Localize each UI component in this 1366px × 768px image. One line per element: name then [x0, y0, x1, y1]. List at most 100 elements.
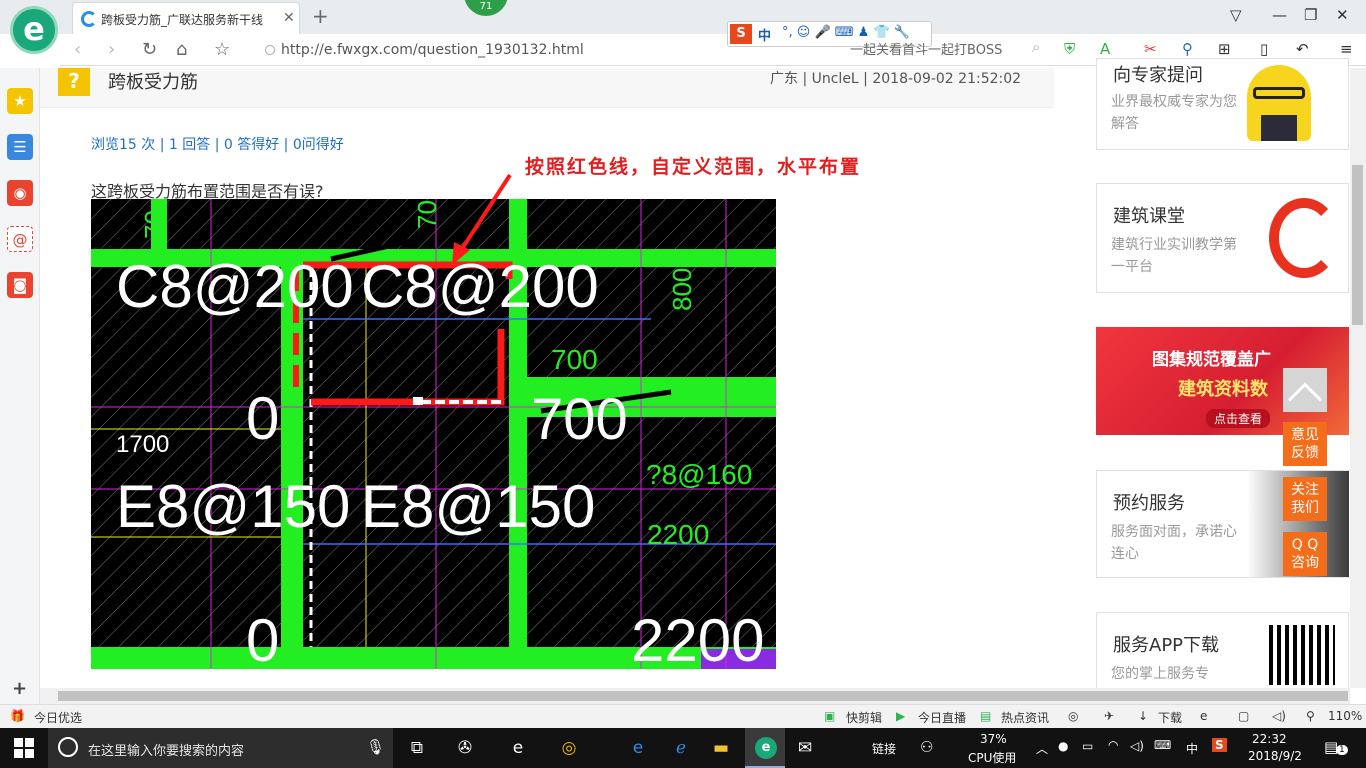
ime-tools-icon[interactable]: °, ☺ 🎤 ⌨ ♟ 👕 🔧 — [782, 25, 910, 40]
ad-course[interactable]: 建筑课堂 建筑行业实训教学第一平台 — [1096, 183, 1349, 293]
clock-date[interactable]: 2018/9/2 — [1248, 749, 1302, 763]
url-field[interactable]: http://e.fwxgx.com/question_1930132.html — [265, 39, 765, 61]
edge-icon[interactable]: e — [625, 736, 651, 760]
status-left[interactable]: 今日优选 — [34, 709, 82, 726]
phone-icon[interactable]: ▯ — [1260, 40, 1268, 58]
cad-label: ?8@160 — [646, 459, 752, 490]
ad-cta[interactable]: 点击查看 — [1206, 409, 1271, 428]
browser-icon[interactable]: ◎ — [1068, 709, 1078, 723]
status-item[interactable]: 今日直播 — [918, 709, 966, 726]
find-icon[interactable]: ⚲ — [1182, 40, 1193, 58]
cad-label: 70 — [139, 210, 169, 239]
mail-task-icon[interactable]: ✉ — [792, 736, 818, 760]
cad-label: C8@200 — [116, 253, 354, 320]
horizontal-scroll-thumb[interactable] — [58, 691, 1348, 701]
status-item[interactable]: 快剪辑 — [846, 709, 882, 726]
spiral-app-icon[interactable]: ◎ — [556, 736, 582, 760]
ie-taskbar-icon[interactable]: ℯ — [668, 736, 694, 760]
cad-label: 700 — [531, 387, 628, 452]
question-title: 跨板受力筋 — [108, 72, 198, 93]
qr-code-icon — [1269, 625, 1335, 685]
feedback-button[interactable]: 意见 反馈 — [1283, 422, 1327, 466]
new-tab-icon[interactable]: + — [312, 4, 329, 28]
translate-icon[interactable]: A — [1100, 40, 1110, 58]
battery-icon[interactable]: ▭ — [1082, 739, 1093, 753]
link-label[interactable]: 链接 — [872, 740, 896, 757]
windows-start-icon[interactable] — [14, 738, 34, 758]
status-item[interactable]: 下载 — [1158, 709, 1182, 726]
volume-icon[interactable]: ◁) — [1272, 709, 1286, 723]
weibo-icon[interactable]: ◉ — [7, 180, 33, 206]
skin-icon[interactable]: ▽ — [1230, 6, 1242, 24]
taskbar: 在这里输入你要搜索的内容 🎙 ⧉ ✇ e ◎ e ℯ ▬ e ✉ 链接 ⚇ 37… — [0, 728, 1366, 768]
ie-icon — [81, 11, 97, 27]
favorites-star-icon[interactable]: ★ — [7, 88, 33, 114]
search-icon[interactable]: ⌕ — [1032, 38, 1040, 56]
favorite-star-icon[interactable]: ☆ — [214, 39, 230, 60]
show-hidden-icon[interactable]: ︿ — [1036, 740, 1048, 757]
cortana-icon[interactable] — [58, 737, 78, 757]
game-icon[interactable]: ◙ — [7, 272, 33, 298]
mail-icon[interactable]: @ — [7, 226, 33, 252]
search-box[interactable]: 一起关看首斗一起打BOSS — [850, 39, 1002, 58]
zoom-level[interactable]: 110% — [1328, 709, 1362, 723]
tab-active[interactable]: 跨板受力筋_广联达服务新干线 ✕ — [72, 2, 300, 34]
pin-icon[interactable]: ✈ — [1104, 709, 1114, 723]
close-window-icon[interactable]: ✕ — [1336, 6, 1349, 24]
home-icon[interactable]: ⌂ — [176, 39, 187, 60]
qq-consult-button[interactable]: Q Q 咨询 — [1283, 532, 1327, 576]
keyboard-icon[interactable]: ⌨ — [1154, 738, 1171, 752]
window-icon[interactable]: ▢ — [1238, 709, 1249, 723]
close-tab-icon[interactable]: ✕ — [283, 10, 295, 26]
back-to-top-button[interactable] — [1283, 368, 1327, 417]
browser-logo-icon[interactable]: e — [10, 6, 58, 54]
people-icon[interactable]: ⚇ — [920, 738, 933, 756]
ad-line1: 图集规范覆盖广 — [1152, 350, 1271, 370]
ad-app[interactable]: 服务APP下载 您的掌上服务专 — [1096, 612, 1349, 692]
edge-legacy-icon[interactable]: e — [505, 736, 531, 760]
left-sidebar: ★ ☰ ◉ @ ◙ + — [0, 68, 40, 704]
speaker-icon[interactable]: ◁) — [1130, 739, 1144, 753]
wifi-icon[interactable]: ◠ — [1108, 738, 1118, 752]
clock-time[interactable]: 22:32 — [1252, 732, 1287, 746]
annotation-text: 按照红色线，自定义范围，水平布置 — [525, 156, 862, 178]
active-browser-task[interactable]: e — [745, 728, 785, 768]
ad-desc: 服务面对面，承诺心连心 — [1111, 524, 1237, 562]
task-view-icon[interactable]: ⧉ — [404, 736, 430, 760]
ad-title: 向专家提问 — [1113, 65, 1203, 86]
undo-icon[interactable]: ↶ — [1296, 40, 1309, 58]
scissors-icon[interactable]: ✂ — [1144, 40, 1157, 58]
cad-screenshot: C8@200 C8@200 700 700 1700 E8@150 E8@150… — [91, 199, 776, 669]
fan-app-icon[interactable]: ✇ — [452, 736, 478, 760]
question-icon: ? — [58, 68, 90, 96]
minimize-icon[interactable]: — — [1272, 6, 1287, 24]
ad-expert[interactable]: 向专家提问 业界最权威专家为您解答 — [1096, 58, 1349, 150]
notification-tray-icon[interactable]: ● — [1058, 739, 1068, 753]
cpu-label: CPU使用 — [968, 751, 1017, 765]
sogou-tray-icon[interactable]: S — [1212, 738, 1227, 752]
microphone-icon[interactable]: 🎙 — [366, 738, 385, 756]
status-item[interactable]: 热点资讯 — [1001, 709, 1049, 726]
mascot-icon — [1247, 65, 1311, 141]
apps-icon[interactable]: ⊞ — [1218, 40, 1231, 58]
shield-icon[interactable]: ⛨ — [1064, 40, 1075, 58]
ime-indicator[interactable]: 中 — [1186, 740, 1198, 757]
news-icon[interactable]: ☰ — [7, 134, 33, 160]
add-sidebar-icon[interactable]: + — [12, 678, 27, 699]
back-icon[interactable]: ‹ — [74, 39, 81, 60]
file-explorer-icon[interactable]: ▬ — [708, 736, 734, 760]
follow-us-button[interactable]: 关注 我们 — [1283, 477, 1327, 521]
restore-icon[interactable]: ❐ — [1304, 6, 1317, 24]
news-hot-icon: ▤ — [980, 709, 992, 723]
vertical-scrollbar[interactable] — [1350, 68, 1366, 688]
vertical-scroll-thumb[interactable] — [1352, 165, 1363, 325]
ie-mode-icon[interactable]: e — [1200, 709, 1207, 723]
question-stats[interactable]: 浏览15 次 | 1 回答 | 0 答得好 | 0问得好 — [91, 134, 344, 154]
cad-label: E8@150 — [361, 473, 595, 540]
menu-icon[interactable]: ≡ — [1340, 40, 1353, 58]
ime-mode[interactable]: 中 — [758, 25, 771, 44]
taskbar-search[interactable]: 在这里输入你要搜索的内容 🎙 — [48, 728, 393, 768]
forward-icon[interactable]: › — [108, 39, 115, 60]
zoom-icon[interactable]: ⚲ — [1306, 709, 1315, 723]
refresh-icon[interactable]: ↻ — [142, 39, 157, 60]
